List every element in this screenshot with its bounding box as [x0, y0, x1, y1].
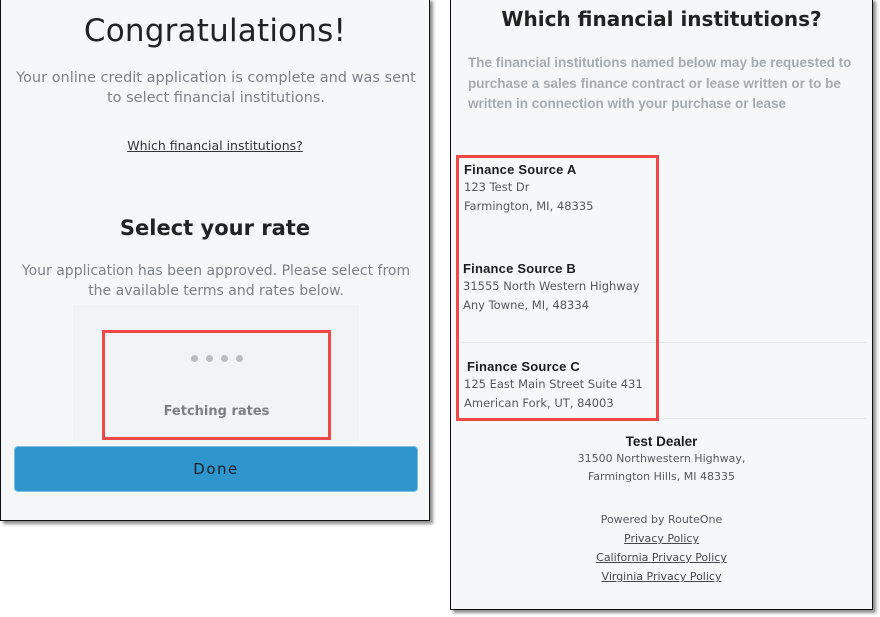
- california-privacy-policy-link[interactable]: California Privacy Policy: [451, 548, 872, 567]
- loading-dot: [235, 355, 243, 362]
- which-institutions-link-row: Which financial institutions?: [1, 137, 429, 155]
- dealer-address-line1: 31500 Northwestern Highway,: [577, 452, 746, 465]
- approval-message: Your application has been approved. Plea…: [21, 263, 411, 299]
- dealer-address-line2: Farmington Hills, MI 48335: [587, 470, 735, 483]
- loading-dot: [205, 355, 213, 362]
- finance-sources-highlight-box: [456, 155, 659, 421]
- loading-spinner-icon: [105, 355, 328, 362]
- financial-institutions-panel: Which financial institutions? The financ…: [450, 0, 873, 610]
- done-button[interactable]: Done: [14, 446, 418, 492]
- which-institutions-link[interactable]: Which financial institutions?: [127, 138, 303, 153]
- application-complete-message: Your online credit application is comple…: [16, 70, 416, 106]
- powered-by-text: Powered by RouteOne: [600, 513, 723, 526]
- dealer-info: Test Dealer 31500 Northwestern Highway, …: [451, 433, 872, 486]
- loading-dot: [190, 355, 198, 362]
- footer: Powered by RouteOne Privacy Policy Calif…: [451, 511, 872, 586]
- loading-dot: [220, 355, 228, 362]
- select-rate-title: Select your rate: [119, 216, 311, 240]
- financial-institutions-title: Which financial institutions?: [501, 7, 822, 31]
- dealer-name: Test Dealer: [625, 434, 698, 449]
- financial-institutions-disclosure: The financial institutions named below m…: [468, 55, 852, 111]
- privacy-policy-link[interactable]: Privacy Policy: [451, 529, 872, 548]
- congratulations-title: Congratulations!: [83, 13, 347, 49]
- application-complete-panel: Congratulations! Your online credit appl…: [0, 0, 430, 521]
- loading-highlight-box: Fetching rates: [102, 330, 331, 440]
- fetching-rates-status: Fetching rates: [163, 404, 270, 419]
- screenshot-canvas: Congratulations! Your online credit appl…: [0, 0, 880, 617]
- virginia-privacy-policy-link[interactable]: Virginia Privacy Policy: [451, 567, 872, 586]
